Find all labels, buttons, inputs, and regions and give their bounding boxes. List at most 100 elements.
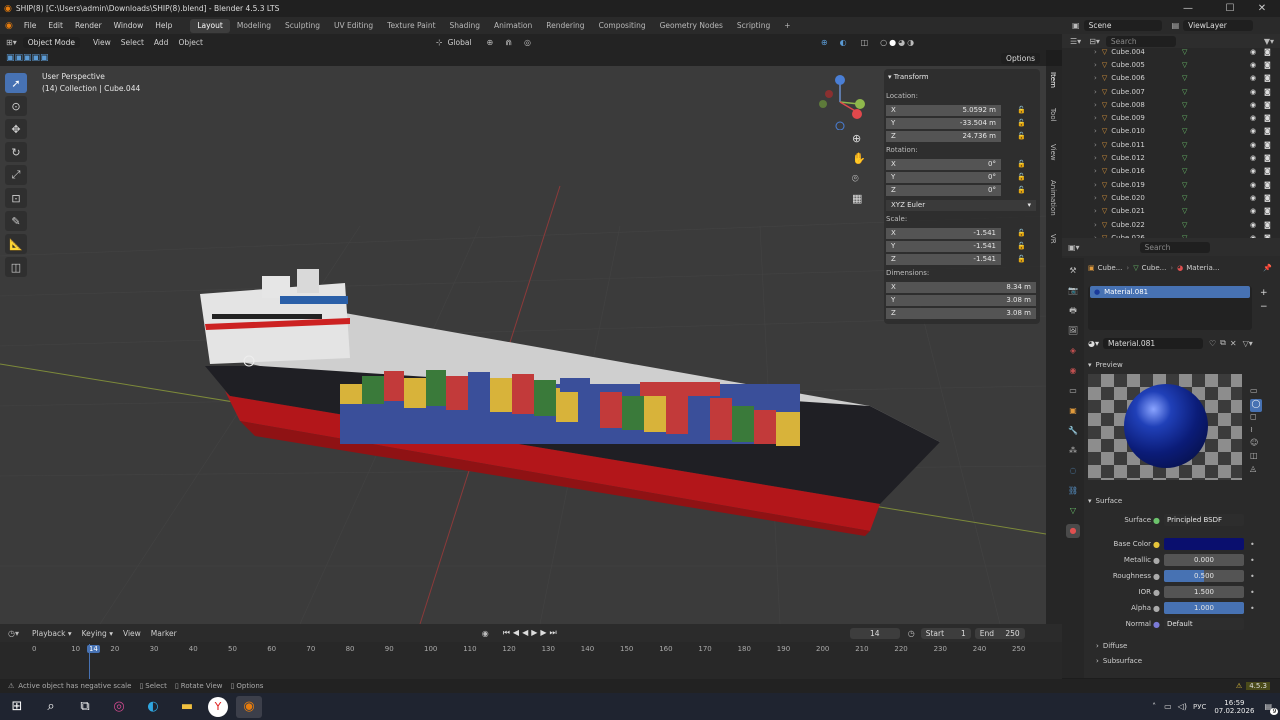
start-frame-field[interactable]: Start 1 — [920, 627, 971, 639]
select-tool-icon[interactable]: ➚ — [5, 73, 27, 93]
task-view-icon[interactable]: ⧉ — [72, 696, 98, 718]
lock-icon[interactable]: 🔓 — [1017, 255, 1026, 263]
collection-props-icon[interactable]: ▭ — [1066, 384, 1080, 398]
tab-uv-editing[interactable]: UV Editing — [327, 19, 380, 33]
pin-icon[interactable]: 📌 — [1263, 264, 1272, 272]
subsurface-section-header[interactable]: › Subsurface — [1088, 653, 1278, 668]
world-props-icon[interactable]: ◉ — [1066, 364, 1080, 378]
mesh-data-icon[interactable]: ▽ — [1182, 61, 1187, 69]
menu-add[interactable]: Add — [149, 38, 174, 47]
visibility-eye-icon[interactable]: ◉ — [1250, 221, 1256, 229]
properties-search-input[interactable]: Search — [1139, 241, 1210, 253]
unlink-material-icon[interactable]: ✕ — [1230, 339, 1237, 348]
tab-tool[interactable]: Tool — [1046, 108, 1057, 138]
material-slot-item[interactable]: ● Material.081 — [1090, 286, 1250, 298]
roughness-slider[interactable]: 0.500 — [1163, 570, 1244, 582]
data-props-icon[interactable]: ▽ — [1066, 504, 1080, 518]
mesh-data-icon[interactable]: ▽ — [1182, 181, 1187, 189]
lock-icon[interactable]: 🔓 — [1017, 242, 1026, 250]
pan-icon[interactable]: ✋ — [852, 152, 866, 165]
outliner-row[interactable]: › ▽ Cube.016 ▽ ◉ ◙ — [1062, 165, 1280, 178]
ortho-toggle-icon[interactable]: ▦ — [852, 192, 862, 205]
fake-user-icon[interactable]: ♡ — [1209, 339, 1216, 348]
modifier-props-icon[interactable]: 🔧 — [1066, 424, 1080, 438]
visibility-eye-icon[interactable]: ◉ — [1250, 101, 1256, 109]
preview-hair-icon[interactable]: ≀ — [1250, 425, 1262, 438]
expand-chevron-icon[interactable]: › — [1094, 127, 1097, 135]
rotation-y-field[interactable]: Y 0° — [886, 171, 1001, 183]
outliner-row[interactable]: › ▽ Cube.020 ▽ ◉ ◙ — [1062, 191, 1280, 204]
visibility-eye-icon[interactable]: ◉ — [1250, 88, 1256, 96]
shading-rendered-icon[interactable]: ◑ — [907, 38, 914, 47]
menu-window[interactable]: Window — [108, 21, 150, 30]
overlay-toggle-icon[interactable]: ◐ — [840, 38, 847, 47]
properties-editor-icon[interactable]: ▣▾ — [1068, 243, 1080, 252]
location-y-field[interactable]: Y -33.504 m — [886, 117, 1001, 129]
visibility-eye-icon[interactable]: ◉ — [1250, 61, 1256, 69]
preview-flat-icon[interactable]: ▭ — [1250, 386, 1262, 399]
tab-vr[interactable]: VR — [1046, 234, 1057, 264]
expand-chevron-icon[interactable]: › — [1094, 48, 1097, 56]
end-frame-field[interactable]: End 250 — [974, 627, 1025, 639]
outliner-row[interactable]: › ▽ Cube.010 ▽ ◉ ◙ — [1062, 125, 1280, 138]
minimize-button[interactable]: — — [1170, 0, 1206, 17]
tab-shading[interactable]: Shading — [443, 19, 487, 33]
render-camera-icon[interactable]: ◙ — [1264, 61, 1271, 69]
expand-chevron-icon[interactable]: › — [1094, 154, 1097, 162]
visibility-eye-icon[interactable]: ◉ — [1250, 207, 1256, 215]
camera-view-icon[interactable]: ⌾ — [852, 172, 859, 186]
select-mode-icon[interactable]: ▣▣▣▣▣ — [6, 53, 49, 63]
render-camera-icon[interactable]: ◙ — [1264, 194, 1271, 202]
keying-menu[interactable]: Keying ▾ — [77, 629, 118, 638]
render-camera-icon[interactable]: ◙ — [1264, 101, 1271, 109]
keyframe-dot-icon[interactable]: • — [1250, 588, 1255, 597]
keyframe-dot-icon[interactable]: • — [1250, 540, 1255, 549]
mesh-data-icon[interactable]: ▽ — [1182, 127, 1187, 135]
tab-texture-paint[interactable]: Texture Paint — [380, 19, 442, 33]
surface-shader-field[interactable]: Principled BSDF — [1163, 514, 1244, 526]
outliner-row[interactable]: › ▽ Cube.004 ▽ ◉ ◙ — [1062, 45, 1280, 58]
tray-chevron-icon[interactable]: ˄ — [1152, 702, 1156, 711]
particles-props-icon[interactable]: ⁂ — [1066, 444, 1080, 458]
lock-icon[interactable]: 🔓 — [1017, 160, 1026, 168]
options-dropdown[interactable]: Options — [1001, 52, 1040, 64]
mesh-data-icon[interactable]: ▽ — [1182, 194, 1187, 202]
render-camera-icon[interactable]: ◙ — [1264, 154, 1271, 162]
annotate-tool-icon[interactable]: ✎ — [5, 211, 27, 231]
dimensions-x-field[interactable]: X 8.34 m — [886, 281, 1036, 293]
expand-chevron-icon[interactable]: › — [1094, 74, 1097, 82]
preview-fluid-icon[interactable]: ◬ — [1250, 464, 1262, 477]
shading-material-icon[interactable]: ◕ — [898, 38, 905, 47]
mesh-data-icon[interactable]: ▽ — [1182, 207, 1187, 215]
keyframe-dot-icon[interactable]: • — [1250, 556, 1255, 565]
object-props-icon[interactable]: ▣ — [1066, 404, 1080, 418]
mesh-data-icon[interactable]: ▽ — [1182, 154, 1187, 162]
tab-rendering[interactable]: Rendering — [539, 19, 591, 33]
expand-chevron-icon[interactable]: › — [1094, 167, 1097, 175]
scale-z-field[interactable]: Z -1.541 — [886, 253, 1001, 265]
preview-monkey-icon[interactable]: ☺ — [1250, 438, 1262, 451]
playback-controls[interactable]: ⏮◀◀▶▶⏭ — [503, 628, 560, 638]
visibility-eye-icon[interactable]: ◉ — [1250, 167, 1256, 175]
mesh-data-icon[interactable]: ▽ — [1182, 167, 1187, 175]
outliner-row[interactable]: › ▽ Cube.009 ▽ ◉ ◙ — [1062, 111, 1280, 124]
expand-chevron-icon[interactable]: › — [1094, 88, 1097, 96]
keyframe-dot-icon[interactable]: • — [1250, 604, 1255, 613]
menu-object[interactable]: Object — [173, 38, 207, 47]
lock-icon[interactable]: 🔓 — [1017, 119, 1026, 127]
mesh-data-icon[interactable]: ▽ — [1182, 88, 1187, 96]
expand-chevron-icon[interactable]: › — [1094, 221, 1097, 229]
duplicate-material-icon[interactable]: ⧉ — [1220, 338, 1226, 348]
lock-icon[interactable]: 🔓 — [1017, 132, 1026, 140]
tab-item[interactable]: Item — [1046, 72, 1057, 102]
outliner-row[interactable]: › ▽ Cube.019 ▽ ◉ ◙ — [1062, 178, 1280, 191]
render-camera-icon[interactable]: ◙ — [1264, 221, 1271, 229]
timeline-editor-icon[interactable]: ◷▾ — [8, 629, 19, 638]
keyframe-dot-icon[interactable]: • — [1250, 572, 1255, 581]
language-indicator[interactable]: РУС — [1193, 703, 1206, 711]
current-frame-field[interactable]: 14 — [849, 627, 900, 639]
diffuse-section-header[interactable]: › Diffuse — [1088, 638, 1278, 653]
render-camera-icon[interactable]: ◙ — [1264, 88, 1271, 96]
normal-field[interactable]: Default — [1163, 618, 1244, 630]
lock-icon[interactable]: 🔓 — [1017, 106, 1026, 114]
